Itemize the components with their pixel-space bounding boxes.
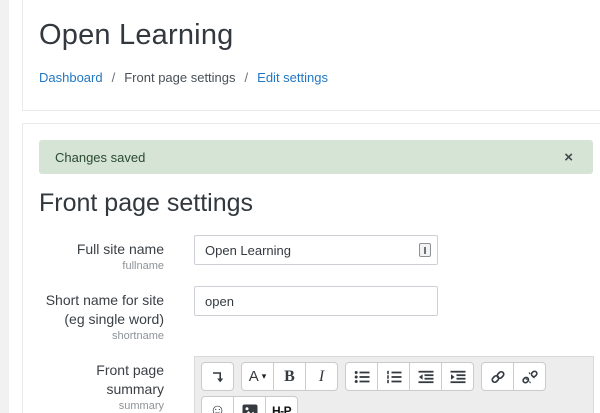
fullname-label: Full site name <box>39 240 164 259</box>
front-page-settings-form: Full site name fullname Short name for s… <box>39 235 593 413</box>
toolbar-group-collapse <box>201 362 234 391</box>
required-icon <box>419 243 431 257</box>
editor-toolbar: A ▾ B I <box>194 356 594 413</box>
fullname-shortlabel: fullname <box>39 259 164 274</box>
breadcrumb-link-dashboard[interactable]: Dashboard <box>39 70 103 85</box>
breadcrumb-separator: / <box>112 70 116 85</box>
summary-label-group: Front page summary summary <box>39 356 164 413</box>
breadcrumb-separator: / <box>245 70 249 85</box>
outdent-icon[interactable] <box>409 362 442 391</box>
shortname-label-group: Short name for site (eg single word) sho… <box>39 286 164 344</box>
toolbar-group-text: A ▾ B I <box>241 362 338 391</box>
toolbar-group-links <box>481 362 546 391</box>
site-title: Open Learning <box>39 19 593 52</box>
fullname-field <box>194 235 438 265</box>
toolbar-row-1: A ▾ B I <box>201 362 587 391</box>
toolbar-group-media: ☺ <box>201 396 298 413</box>
page-title: Front page settings <box>39 189 593 218</box>
breadcrumb-item-front-page-settings: Front page settings <box>124 70 235 85</box>
toolbar-group-lists <box>345 362 474 391</box>
font-style-menu[interactable]: A ▾ <box>241 362 274 391</box>
toolbar-row-2: ☺ <box>201 396 587 413</box>
h5p-button[interactable]: H-P <box>265 396 298 413</box>
chevron-down-icon: ▾ <box>262 371 267 382</box>
indent-icon[interactable] <box>441 362 474 391</box>
page-left-gutter <box>0 0 9 413</box>
ordered-list-icon[interactable] <box>377 362 410 391</box>
alert-message: Changes saved <box>55 150 558 165</box>
breadcrumb-link-edit-settings[interactable]: Edit settings <box>257 70 328 85</box>
form-row-summary: Front page summary summary <box>39 356 593 413</box>
link-icon[interactable] <box>481 362 514 391</box>
form-row-shortname: Short name for site (eg single word) sho… <box>39 286 593 344</box>
form-row-fullname: Full site name fullname <box>39 235 593 274</box>
shortname-label-line2: (eg single word) <box>39 310 164 329</box>
fullname-label-group: Full site name fullname <box>39 235 164 274</box>
emoticon-icon[interactable]: ☺ <box>201 396 234 413</box>
breadcrumb: Dashboard / Front page settings / Edit s… <box>39 70 593 85</box>
shortname-shortlabel: shortname <box>39 329 164 344</box>
page-header-card: Open Learning Dashboard / Front page set… <box>22 0 600 111</box>
italic-button[interactable]: I <box>305 362 338 391</box>
settings-card: Changes saved × Front page settings Full… <box>22 123 600 413</box>
collapse-toolbar-icon[interactable] <box>201 362 234 391</box>
shortname-label: Short name for site <box>39 291 164 310</box>
page: Open Learning Dashboard / Front page set… <box>0 0 600 413</box>
summary-label: Front page summary <box>39 361 164 399</box>
unordered-list-icon[interactable] <box>345 362 378 391</box>
summary-field: A ▾ B I <box>194 356 594 413</box>
bold-button[interactable]: B <box>273 362 306 391</box>
image-icon[interactable] <box>233 396 266 413</box>
summary-shortlabel: summary <box>39 399 164 413</box>
close-icon[interactable]: × <box>558 148 579 167</box>
fullname-input[interactable] <box>194 235 438 265</box>
unlink-icon[interactable] <box>513 362 546 391</box>
shortname-input[interactable] <box>194 286 438 316</box>
shortname-field <box>194 286 438 316</box>
changes-saved-alert: Changes saved × <box>39 140 593 174</box>
atto-editor: A ▾ B I <box>194 356 594 413</box>
